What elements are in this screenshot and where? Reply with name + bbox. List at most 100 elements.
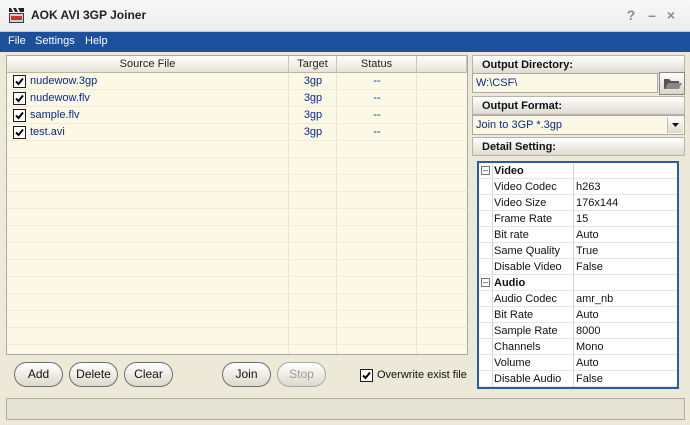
table-row[interactable]: nudewow.flv 3gp --: [7, 90, 467, 107]
detail-property-grid[interactable]: – Video Video Codec h263 Video Size 176x14…: [477, 161, 679, 389]
property-row[interactable]: Video Size 176x144: [479, 195, 677, 211]
row-target: 3gp: [303, 109, 323, 121]
window-title: AOK AVI 3GP Joiner: [31, 8, 147, 22]
empty-row: [7, 243, 467, 260]
delete-button[interactable]: Delete: [69, 362, 118, 387]
property-value[interactable]: h263: [576, 181, 600, 193]
property-row[interactable]: Volume Auto: [479, 355, 677, 371]
table-row[interactable]: sample.flv 3gp --: [7, 107, 467, 124]
property-value[interactable]: Auto: [576, 357, 599, 369]
property-row[interactable]: Frame Rate 15: [479, 211, 677, 227]
row-target: 3gp: [303, 75, 323, 87]
property-name: Volume: [494, 357, 531, 369]
overwrite-label: Overwrite exist file: [377, 369, 467, 381]
property-row[interactable]: Disable Audio False: [479, 371, 677, 387]
empty-row: [7, 141, 467, 158]
property-name: Frame Rate: [494, 213, 553, 225]
property-row[interactable]: Bit rate Auto: [479, 227, 677, 243]
property-row[interactable]: Disable Video False: [479, 259, 677, 275]
output-format-header: Output Format:: [472, 96, 685, 115]
menu-bar: File Settings Help: [0, 32, 690, 52]
table-row[interactable]: nudewow.3gp 3gp --: [7, 73, 467, 90]
property-row[interactable]: Channels Mono: [479, 339, 677, 355]
row-status: --: [373, 92, 381, 104]
row-status: --: [373, 126, 381, 138]
column-source-file[interactable]: Source File: [7, 56, 289, 73]
row-status: --: [373, 75, 381, 87]
stop-button[interactable]: Stop: [277, 362, 326, 387]
property-name: Disable Video: [494, 261, 562, 273]
close-button[interactable]: ×: [662, 6, 680, 24]
property-value[interactable]: amr_nb: [576, 293, 613, 305]
category-video[interactable]: – Video: [479, 163, 677, 179]
app-clapperboard-icon: [9, 8, 24, 23]
property-value[interactable]: Auto: [576, 229, 599, 241]
category-audio[interactable]: – Audio: [479, 275, 677, 291]
overwrite-checkbox[interactable]: [360, 369, 373, 382]
collapse-icon[interactable]: –: [481, 278, 490, 287]
empty-row: [7, 260, 467, 277]
empty-row: [7, 192, 467, 209]
collapse-icon[interactable]: –: [481, 166, 490, 175]
property-name: Video Size: [494, 197, 547, 209]
property-value[interactable]: 15: [576, 213, 588, 225]
property-name: Video Codec: [494, 181, 557, 193]
property-row[interactable]: Sample Rate 8000: [479, 323, 677, 339]
row-checkbox[interactable]: [13, 75, 26, 88]
browse-folder-button[interactable]: [659, 72, 685, 95]
property-value[interactable]: False: [576, 373, 603, 385]
file-list[interactable]: Source File Target Status nudewow.3gp 3g…: [6, 55, 468, 355]
output-directory-field[interactable]: W:\CSF\: [472, 73, 658, 93]
property-row[interactable]: Same Quality True: [479, 243, 677, 259]
property-value[interactable]: False: [576, 261, 603, 273]
dropdown-arrow-icon[interactable]: [667, 117, 683, 133]
empty-row: [7, 311, 467, 328]
title-bar: AOK AVI 3GP Joiner ? – ×: [0, 0, 690, 32]
category-label: Audio: [494, 277, 526, 289]
empty-row: [7, 328, 467, 345]
row-checkbox[interactable]: [13, 109, 26, 122]
row-source-file: test.avi: [30, 126, 65, 138]
row-source-file: nudewow.3gp: [30, 75, 98, 87]
row-checkbox[interactable]: [13, 126, 26, 139]
property-value[interactable]: 8000: [576, 325, 600, 337]
add-button[interactable]: Add: [14, 362, 63, 387]
settings-panel: Output Directory: W:\CSF\ Output Format:…: [472, 55, 685, 393]
table-row[interactable]: test.avi 3gp --: [7, 124, 467, 141]
column-status[interactable]: Status: [337, 56, 417, 73]
menu-settings[interactable]: Settings: [35, 35, 75, 47]
empty-row: [7, 158, 467, 175]
help-button[interactable]: ?: [622, 6, 640, 24]
property-value[interactable]: Auto: [576, 309, 599, 321]
property-row[interactable]: Video Codec h263: [479, 179, 677, 195]
menu-help[interactable]: Help: [85, 35, 108, 47]
property-name: Sample Rate: [494, 325, 558, 337]
property-name: Bit Rate: [494, 309, 534, 321]
output-directory-header: Output Directory:: [472, 55, 685, 74]
row-target: 3gp: [303, 92, 323, 104]
property-row[interactable]: Audio Codec amr_nb: [479, 291, 677, 307]
status-bar: [6, 398, 685, 420]
menu-file[interactable]: File: [8, 35, 26, 47]
empty-row: [7, 175, 467, 192]
checkmark-icon: [15, 128, 24, 137]
output-format-value: Join to 3GP *.3gp: [476, 119, 563, 131]
row-target: 3gp: [303, 126, 323, 138]
output-format-select[interactable]: Join to 3GP *.3gp: [472, 115, 685, 135]
detail-setting-header: Detail Setting:: [472, 137, 685, 156]
clear-button[interactable]: Clear: [124, 362, 173, 387]
property-value[interactable]: True: [576, 245, 598, 257]
checkmark-icon: [15, 77, 24, 86]
category-label: Video: [494, 165, 524, 177]
minimize-button[interactable]: –: [643, 6, 661, 24]
property-row[interactable]: Bit Rate Auto: [479, 307, 677, 323]
row-checkbox[interactable]: [13, 92, 26, 105]
row-source-file: sample.flv: [30, 109, 80, 121]
column-target[interactable]: Target: [289, 56, 337, 73]
property-value[interactable]: Mono: [576, 341, 604, 353]
property-name: Same Quality: [494, 245, 561, 257]
property-value[interactable]: 176x144: [576, 197, 618, 209]
property-name: Channels: [494, 341, 541, 353]
empty-row: [7, 209, 467, 226]
join-button[interactable]: Join: [222, 362, 271, 387]
